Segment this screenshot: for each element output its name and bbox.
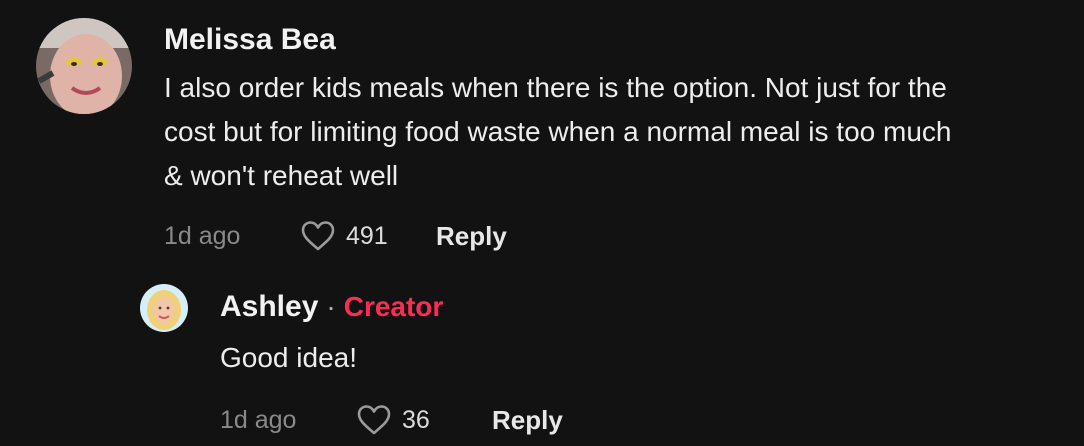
username[interactable]: Melissa Bea (164, 18, 1064, 62)
like-button[interactable]: 491 (300, 220, 436, 252)
comment-meta: 1d ago 491 Reply (164, 216, 1064, 256)
like-count: 36 (402, 405, 430, 434)
reply-header: Ashley · Creator (220, 284, 1020, 330)
avatar[interactable] (36, 18, 132, 114)
avatar[interactable] (140, 284, 188, 332)
comment-text: I also order kids meals when there is th… (164, 66, 1064, 198)
comment-text-line: & won't reheat well (164, 160, 399, 191)
creator-badge: Creator (343, 291, 444, 322)
reply-text: Good idea! (220, 342, 357, 373)
timestamp: 1d ago (164, 221, 241, 250)
heart-outline-icon (357, 405, 391, 435)
comment-text-line: I also order kids meals when there is th… (164, 72, 947, 103)
comment-text-line: cost but for limiting food waste when a … (164, 116, 952, 147)
like-button[interactable]: 36 (356, 404, 492, 436)
user-avatar-melissa-icon (36, 18, 132, 114)
like-count: 491 (346, 221, 388, 250)
separator-dot: · (326, 291, 336, 322)
reply-meta: 1d ago 36 Reply (220, 400, 1020, 440)
reply-button[interactable]: Reply (436, 221, 507, 252)
reply-button[interactable]: Reply (492, 405, 563, 436)
user-avatar-ashley-icon (140, 284, 188, 332)
heart-outline-icon (301, 221, 335, 251)
username[interactable]: Ashley (220, 285, 318, 329)
timestamp: 1d ago (220, 405, 297, 434)
